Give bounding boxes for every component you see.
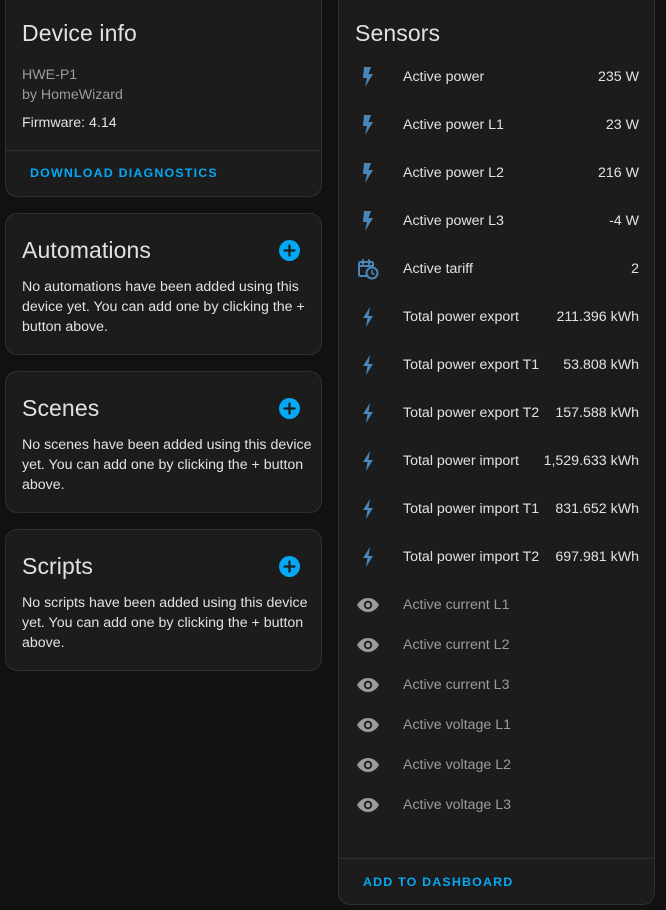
sensor-name: Active power L3 (403, 213, 504, 229)
flash-icon (356, 65, 380, 89)
sensor-value: 831.652 kWh (555, 501, 639, 517)
flash-icon (356, 209, 380, 233)
sensor-name: Active voltage L3 (403, 797, 512, 813)
device-firmware: Firmware: 4.14 (22, 115, 117, 131)
flash-icon (356, 161, 380, 185)
sensor-value: 697.981 kWh (555, 549, 639, 565)
sensor-row[interactable]: Active tariff 2 (339, 249, 654, 289)
sensor-name: Active tariff (403, 261, 473, 277)
sensor-value: 1,529.633 kWh (543, 453, 639, 469)
sensor-row[interactable]: Active power L2 216 W (339, 153, 654, 193)
sensor-name: Total power export (403, 309, 519, 325)
eye-icon (356, 713, 380, 737)
sensors-card: Sensors Active power 235 W Active power L1… (338, 0, 655, 905)
lightning-bolt-icon (356, 353, 380, 377)
sensor-row[interactable]: Total power export T1 53.808 kWh (339, 345, 654, 385)
scenes-card: Scenes No scenes have been added using t… (5, 371, 322, 513)
sensor-row[interactable]: Active power 235 W (339, 57, 654, 97)
hidden-sensor-row[interactable]: Active current L1 (339, 585, 654, 625)
sensor-row[interactable]: Total power import T1 831.652 kWh (339, 489, 654, 529)
hidden-sensor-row[interactable]: Active voltage L1 (339, 705, 654, 745)
automations-card: Automations No automations have been add… (5, 213, 322, 355)
sensor-name: Active power L1 (403, 117, 504, 133)
calendar-clock-icon (356, 257, 380, 281)
sensor-value: 216 W (597, 165, 639, 181)
sensor-name: Active power (403, 69, 485, 85)
add-to-dashboard-button[interactable]: ADD TO DASHBOARD (363, 875, 513, 889)
sensor-name: Active current L1 (403, 597, 510, 613)
eye-icon (356, 673, 380, 697)
device-model: HWE-P1 (22, 67, 78, 83)
device-manufacturer: by HomeWizard (22, 87, 123, 103)
automations-title: Automations (22, 237, 151, 263)
add-scene-button[interactable] (279, 398, 300, 419)
lightning-bolt-icon (356, 305, 380, 329)
device-info-title: Device info (22, 20, 137, 46)
sensor-value: 53.808 kWh (563, 357, 639, 373)
plus-icon (283, 402, 296, 415)
sensor-name: Active current L2 (403, 637, 510, 653)
sensor-row[interactable]: Active power L1 23 W (339, 105, 654, 145)
lightning-bolt-icon (356, 497, 380, 521)
sensor-name: Total power export T1 (403, 357, 540, 373)
lightning-bolt-icon (356, 401, 380, 425)
eye-icon (356, 633, 380, 657)
divider (339, 858, 654, 859)
hidden-sensor-row[interactable]: Active current L2 (339, 625, 654, 665)
eye-icon (356, 793, 380, 817)
plus-icon (283, 244, 296, 257)
add-script-button[interactable] (279, 556, 300, 577)
sensor-name: Total power import T1 (403, 501, 540, 517)
hidden-sensor-row[interactable]: Active voltage L3 (339, 785, 654, 825)
download-diagnostics-button[interactable]: DOWNLOAD DIAGNOSTICS (30, 166, 218, 180)
add-automation-button[interactable] (279, 240, 300, 261)
scenes-empty-text: No scenes have been added using this dev… (22, 437, 312, 493)
eye-icon (356, 753, 380, 777)
sensor-value: 211.396 kWh (556, 309, 639, 325)
sensor-row[interactable]: Total power import T2 697.981 kWh (339, 537, 654, 577)
scripts-empty-text: No scripts have been added using this de… (22, 595, 308, 651)
plus-icon (283, 560, 296, 573)
sensor-value: 235 W (597, 69, 639, 85)
sensor-row[interactable]: Total power import 1,529.633 kWh (339, 441, 654, 481)
divider (6, 150, 321, 151)
lightning-bolt-icon (356, 545, 380, 569)
sensor-name: Total power export T2 (403, 405, 540, 421)
sensors-title: Sensors (355, 20, 441, 46)
scripts-card: Scripts No scripts have been added using… (5, 529, 322, 671)
sensor-value: 157.588 kWh (555, 405, 639, 421)
sensor-name: Total power import T2 (403, 549, 540, 565)
sensor-value: 2 (631, 261, 639, 277)
sensor-name: Total power import (403, 453, 519, 469)
sensor-value: 23 W (605, 117, 639, 133)
lightning-bolt-icon (356, 449, 380, 473)
scripts-title: Scripts (22, 553, 93, 579)
sensor-row[interactable]: Active power L3 -4 W (339, 201, 654, 241)
flash-icon (356, 113, 380, 137)
hidden-sensor-row[interactable]: Active current L3 (339, 665, 654, 705)
sensor-name: Active voltage L2 (403, 757, 512, 773)
sensor-name: Active current L3 (403, 677, 510, 693)
scenes-title: Scenes (22, 395, 100, 421)
device-info-card: Device info HWE-P1 by HomeWizard Firmwar… (5, 0, 322, 197)
eye-icon (356, 593, 380, 617)
sensor-row[interactable]: Total power export T2 157.588 kWh (339, 393, 654, 433)
sensor-name: Active power L2 (403, 165, 504, 181)
sensor-value: -4 W (609, 213, 639, 229)
hidden-sensor-row[interactable]: Active voltage L2 (339, 745, 654, 785)
sensor-name: Active voltage L1 (403, 717, 512, 733)
automations-empty-text: No automations have been added using thi… (22, 279, 305, 335)
sensor-row[interactable]: Total power export 211.396 kWh (339, 297, 654, 337)
